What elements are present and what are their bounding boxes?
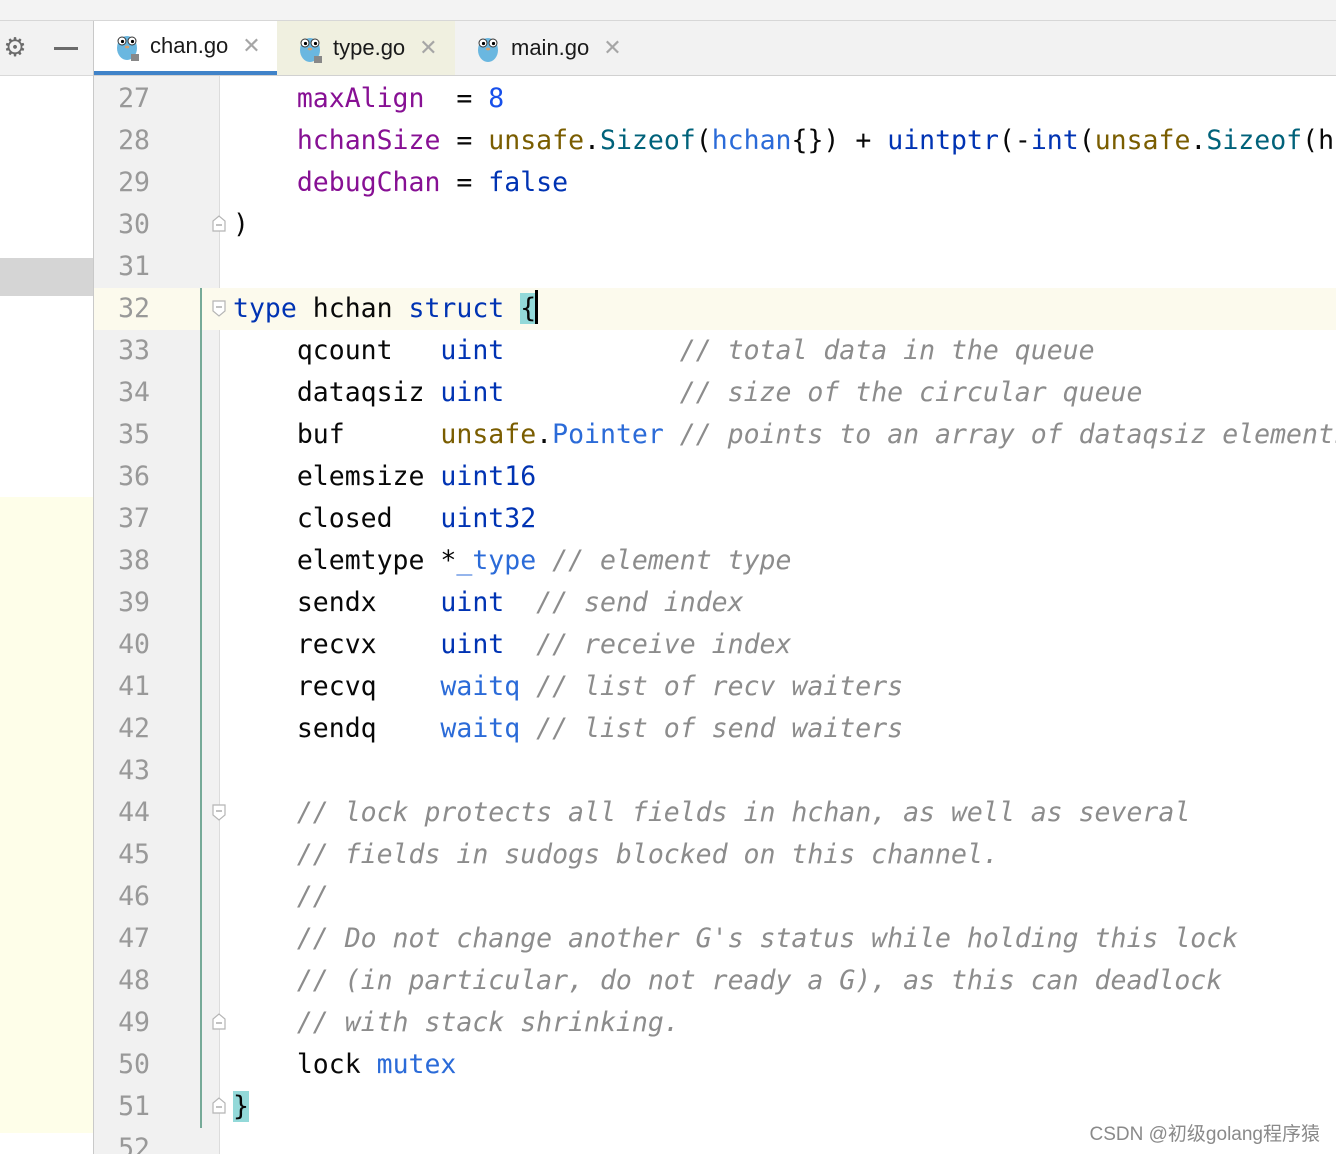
tab-label: main.go <box>511 35 590 60</box>
line-content: recvq waitq // list of recv waiters <box>296 671 904 702</box>
line-number: 35 <box>118 419 150 450</box>
window-top-strip <box>0 0 1336 21</box>
code-line: 48 // (in particular, do not ready a G),… <box>0 960 1336 1002</box>
line-number: 27 <box>118 83 150 114</box>
line-number: 46 <box>118 881 150 912</box>
close-icon[interactable]: ✕ <box>242 34 260 59</box>
line-content: // Do not change another G's status whil… <box>296 923 1239 954</box>
line-content: } <box>233 1086 249 1128</box>
matched-brace: } <box>233 1091 249 1122</box>
code-line: 50 lock mutex <box>0 1044 1336 1086</box>
line-content: lock mutex <box>296 1049 457 1080</box>
code-line: 37 closed uint32 <box>0 498 1336 540</box>
line-number: 37 <box>118 503 150 534</box>
tab-label: chan.go <box>150 33 229 58</box>
ide-window: ⚙ chan.go ✕ type.go ✕ main.go ✕ 27 maxAl… <box>0 0 1336 1154</box>
line-number: 41 <box>118 671 150 702</box>
code-line: 27 maxAlign = 8 <box>0 78 1336 120</box>
code-line: 35 buf unsafe.Pointer // points to an ar… <box>0 414 1336 456</box>
line-content: // <box>296 881 329 912</box>
line-number: 47 <box>118 923 150 954</box>
code-line: 42 sendq waitq // list of send waiters <box>0 708 1336 750</box>
code-line: 41 recvq waitq // list of recv waiters <box>0 666 1336 708</box>
line-content: dataqsiz uint // size of the circular qu… <box>296 377 1143 408</box>
line-number: 36 <box>118 461 150 492</box>
line-number: 29 <box>118 167 150 198</box>
line-content: elemsize uint16 <box>296 461 537 492</box>
line-content: // lock protects all fields in hchan, as… <box>296 797 1191 828</box>
line-number: 49 <box>118 1007 150 1038</box>
minus-icon[interactable] <box>54 47 78 50</box>
line-content: type hchan struct { <box>233 288 539 330</box>
text-cursor <box>535 290 539 324</box>
line-number: 43 <box>118 755 150 786</box>
line-number: 48 <box>118 965 150 996</box>
line-content: sendq waitq // list of send waiters <box>296 713 904 744</box>
tab-type-go[interactable]: type.go ✕ <box>277 21 455 75</box>
matched-brace: { <box>520 293 537 324</box>
tool-window-header: ⚙ <box>0 21 93 76</box>
line-number: 28 <box>118 125 150 156</box>
line-content: debugChan = false <box>296 167 569 198</box>
line-number: 42 <box>118 713 150 744</box>
code-line: 34 dataqsiz uint // size of the circular… <box>0 372 1336 414</box>
line-content: elemtype *_type // element type <box>296 545 792 576</box>
close-icon[interactable]: ✕ <box>603 36 621 61</box>
code-line-caret: 32 type hchan struct { <box>0 288 1336 330</box>
line-number: 34 <box>118 377 150 408</box>
line-number: 32 <box>118 293 150 324</box>
gopher-icon <box>478 38 498 62</box>
line-number: 31 <box>118 251 150 282</box>
line-content: qcount uint // total data in the queue <box>296 335 1095 366</box>
close-icon[interactable]: ✕ <box>419 36 437 61</box>
code-line: 47 // Do not change another G's status w… <box>0 918 1336 960</box>
code-line: 33 qcount uint // total data in the queu… <box>0 330 1336 372</box>
gear-icon[interactable]: ⚙ <box>0 33 30 63</box>
line-number: 51 <box>118 1091 150 1122</box>
code-line: 44 // lock protects all fields in hchan,… <box>0 792 1336 834</box>
code-line: 29 debugChan = false <box>0 162 1336 204</box>
line-number: 38 <box>118 545 150 576</box>
line-number: 40 <box>118 629 150 660</box>
line-content: ) <box>233 209 249 240</box>
line-number: 33 <box>118 335 150 366</box>
line-content: // with stack shrinking. <box>296 1007 680 1038</box>
line-number: 39 <box>118 587 150 618</box>
code-line: 45 // fields in sudogs blocked on this c… <box>0 834 1336 876</box>
tab-chan-go[interactable]: chan.go ✕ <box>94 21 277 75</box>
tab-main-go[interactable]: main.go ✕ <box>455 21 635 75</box>
code-line: 31 <box>0 246 1336 288</box>
line-number: 52 <box>118 1133 150 1154</box>
line-number: 30 <box>118 209 150 240</box>
code-line: 49 // with stack shrinking. <box>0 1002 1336 1044</box>
line-content: maxAlign = 8 <box>296 83 505 114</box>
editor-tab-bar: chan.go ✕ type.go ✕ main.go ✕ <box>94 21 1336 76</box>
code-line: 38 elemtype *_type // element type <box>0 540 1336 582</box>
line-content: sendx uint // send index <box>296 587 744 618</box>
code-line: 46 // <box>0 876 1336 918</box>
line-content: hchanSize = unsafe.Sizeof(hchan{}) + uin… <box>296 125 1335 156</box>
code-line: 39 sendx uint // send index <box>0 582 1336 624</box>
code-line: 36 elemsize uint16 <box>0 456 1336 498</box>
line-content: recvx uint // receive index <box>296 629 792 660</box>
line-number: 45 <box>118 839 150 870</box>
tab-label: type.go <box>333 35 406 60</box>
code-line: 28 hchanSize = unsafe.Sizeof(hchan{}) + … <box>0 120 1336 162</box>
line-content: // (in particular, do not ready a G), as… <box>296 965 1223 996</box>
gopher-icon <box>300 38 322 63</box>
line-number: 50 <box>118 1049 150 1080</box>
code-line: 43 <box>0 750 1336 792</box>
line-content: // fields in sudogs blocked on this chan… <box>296 839 999 870</box>
watermark: CSDN @初级golang程序猿 <box>1089 1124 1320 1145</box>
line-content: buf unsafe.Pointer // points to an array… <box>296 419 1336 450</box>
code-line: 30 ) <box>0 204 1336 246</box>
gopher-icon <box>117 36 139 61</box>
line-number: 44 <box>118 797 150 828</box>
line-content: closed uint32 <box>296 503 537 534</box>
code-line: 40 recvx uint // receive index <box>0 624 1336 666</box>
